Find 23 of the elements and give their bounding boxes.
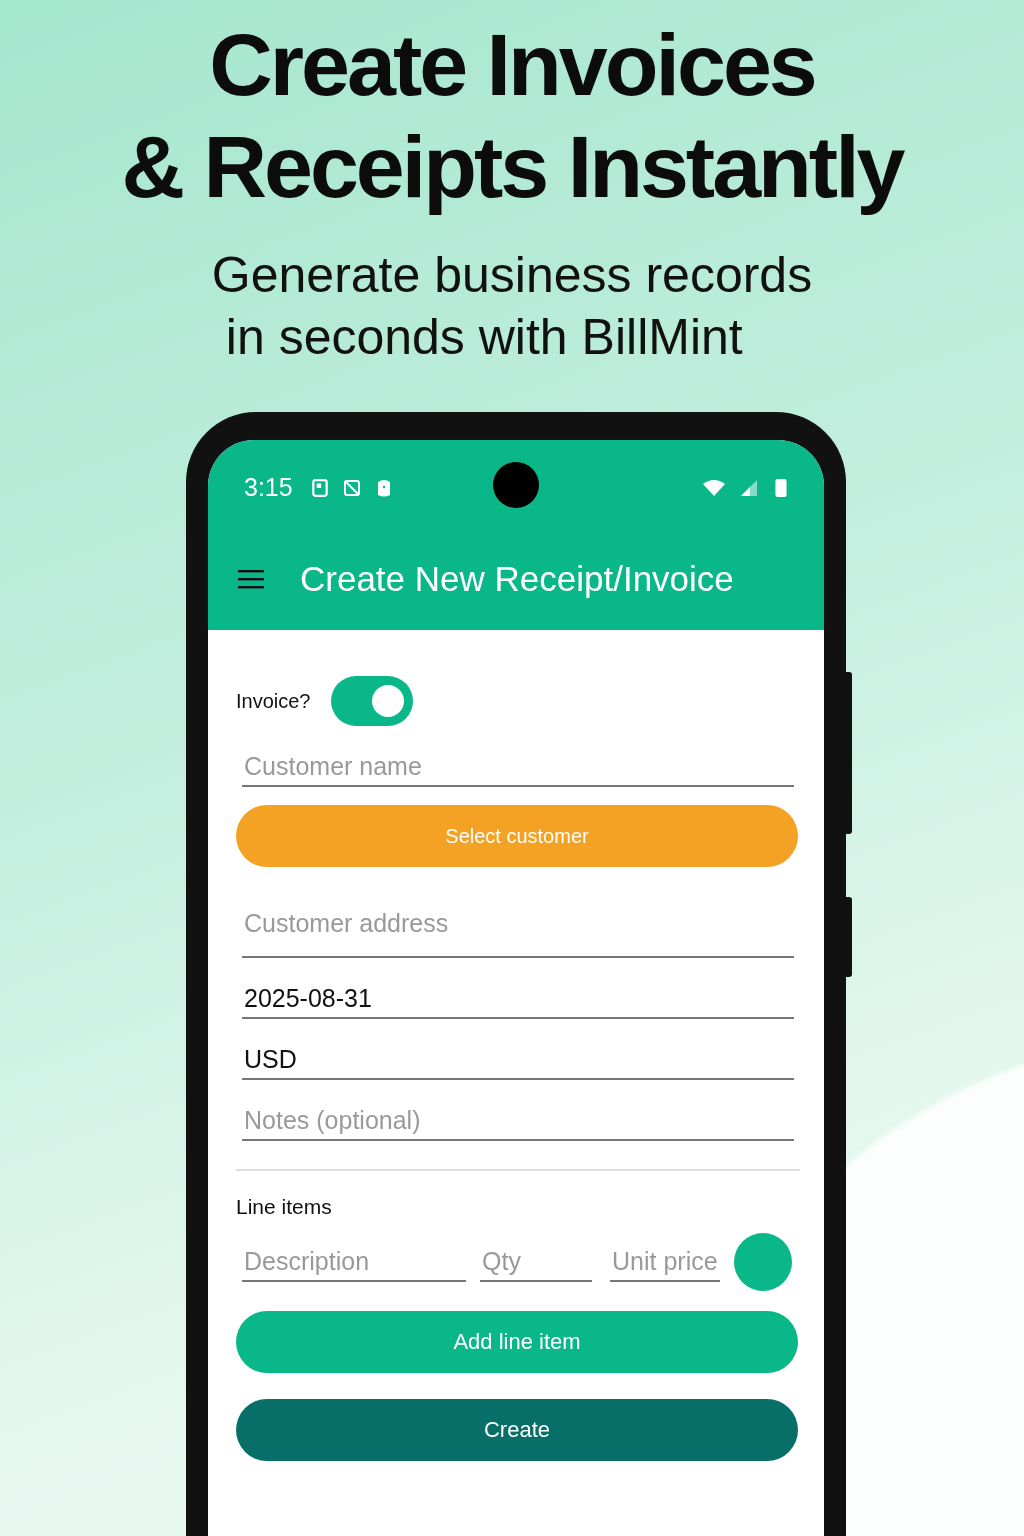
wifi-icon [702, 477, 726, 498]
section-title: Line items [236, 1195, 333, 1219]
invoice-switch[interactable] [330, 676, 413, 726]
input-field[interactable]: Customer address [242, 905, 794, 958]
input-field[interactable]: USD [242, 1041, 794, 1080]
input-field[interactable]: Customer name [242, 748, 794, 787]
invoice-label: Invoice? [236, 689, 311, 713]
input-field[interactable]: 2025-08-31 [242, 980, 794, 1019]
subtitle: Generate business records [211, 246, 813, 305]
headline: Create Invoices [209, 14, 815, 116]
input-field[interactable]: Notes (optional) [242, 1102, 794, 1141]
battery-icon [772, 477, 790, 498]
status-time: 3:15 [244, 473, 293, 502]
add-item-button[interactable] [734, 1233, 792, 1291]
action-button[interactable]: Create [236, 1399, 798, 1461]
sim-card-icon [310, 477, 329, 498]
input-field[interactable]: Qty [480, 1242, 592, 1282]
app-bar-title: Create New Receipt/Invoice [300, 558, 734, 599]
input-field[interactable]: Description [242, 1242, 466, 1282]
input-field[interactable]: Unit price [610, 1242, 720, 1282]
headline: & Receipts Instantly [121, 116, 903, 218]
subtitle: in seconds with BillMint [225, 308, 744, 367]
menu-icon[interactable] [238, 568, 264, 589]
